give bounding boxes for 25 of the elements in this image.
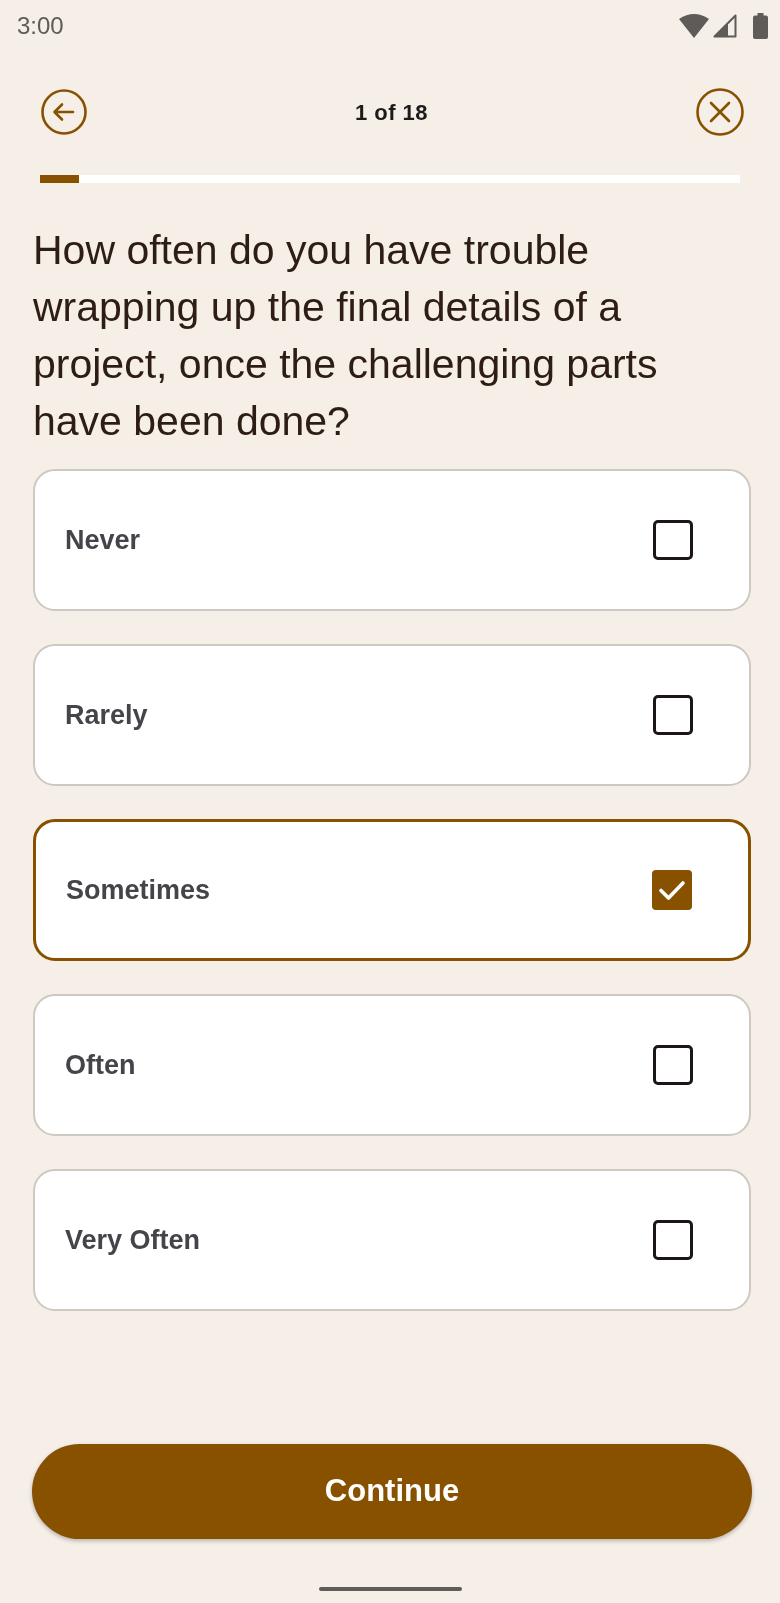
option-label: Very Often bbox=[65, 1223, 201, 1257]
checkbox-icon[interactable] bbox=[653, 695, 693, 735]
signal-icon bbox=[713, 14, 737, 38]
option-label: Never bbox=[65, 523, 141, 557]
continue-button[interactable]: Continue bbox=[32, 1444, 752, 1539]
option-label: Often bbox=[65, 1048, 136, 1082]
answer-option[interactable]: Rarely bbox=[33, 644, 751, 786]
wifi-icon bbox=[679, 14, 709, 38]
answer-option[interactable]: Sometimes bbox=[33, 819, 751, 961]
answer-option[interactable]: Often bbox=[33, 994, 751, 1136]
checked-checkbox-icon[interactable] bbox=[652, 870, 692, 910]
option-label: Sometimes bbox=[66, 873, 211, 907]
checkbox-icon[interactable] bbox=[653, 520, 693, 560]
question-text: How often do you have trouble wrapping up the final details of a project, once the challenging parts have been done? bbox=[33, 226, 659, 446]
battery-icon bbox=[753, 13, 768, 39]
answer-option[interactable]: Never bbox=[33, 469, 751, 611]
close-icon bbox=[696, 88, 744, 136]
progress-label: 1 of 18 bbox=[354, 98, 429, 127]
answer-option[interactable]: Very Often bbox=[33, 1169, 751, 1311]
status-time: 3:00 bbox=[17, 11, 64, 41]
checkbox-icon[interactable] bbox=[653, 1220, 693, 1260]
back-button[interactable] bbox=[41, 89, 87, 135]
option-label: Rarely bbox=[65, 698, 148, 732]
checkbox-icon[interactable] bbox=[653, 1045, 693, 1085]
close-button[interactable] bbox=[696, 88, 744, 136]
